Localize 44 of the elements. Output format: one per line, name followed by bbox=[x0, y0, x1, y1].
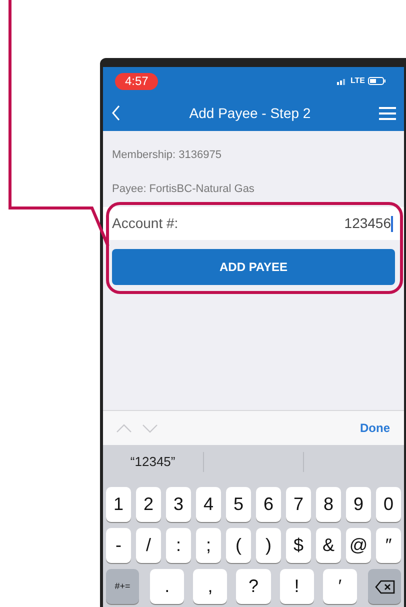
keyboard-key[interactable]: ! bbox=[280, 569, 314, 604]
keyboard-key[interactable]: 7 bbox=[286, 487, 311, 522]
keyboard-key[interactable]: #+= bbox=[106, 569, 139, 604]
signal-icon bbox=[337, 78, 348, 84]
keyboard-key[interactable]: 5 bbox=[226, 487, 251, 522]
done-button[interactable]: Done bbox=[360, 419, 390, 437]
keyboard-key[interactable]: . bbox=[150, 569, 184, 604]
field-label: Account #: bbox=[112, 214, 178, 233]
back-icon[interactable] bbox=[111, 104, 121, 122]
text-cursor bbox=[391, 216, 393, 232]
keyboard-key[interactable]: & bbox=[316, 528, 341, 563]
add-payee-button[interactable]: ADD PAYEE bbox=[112, 249, 395, 285]
keyboard-key[interactable]: ( bbox=[226, 528, 251, 563]
keyboard-key[interactable]: @ bbox=[346, 528, 371, 563]
keyboard-key[interactable]: : bbox=[166, 528, 191, 563]
keyboard-key[interactable]: ) bbox=[256, 528, 281, 563]
suggestion[interactable]: “12345” bbox=[130, 452, 176, 472]
network-label: LTE bbox=[350, 75, 365, 87]
keyboard-key[interactable]: 1 bbox=[106, 487, 131, 522]
keyboard-key[interactable]: ; bbox=[196, 528, 221, 563]
account-field[interactable]: Account #: 123456 bbox=[103, 207, 404, 240]
keyboard-key[interactable]: ? bbox=[236, 569, 271, 604]
status-time: 4:57 bbox=[115, 72, 158, 90]
keyboard-key[interactable]: 3 bbox=[166, 487, 191, 522]
keyboard-key[interactable]: 0 bbox=[376, 487, 401, 522]
keyboard-key[interactable]: 9 bbox=[346, 487, 371, 522]
screen-title: Add Payee - Step 2 bbox=[189, 104, 311, 123]
keyboard-key[interactable]: 6 bbox=[256, 487, 281, 522]
keyboard-key[interactable]: ′ bbox=[322, 569, 358, 604]
info-text: Membership: 3136975 bbox=[112, 148, 222, 163]
keyboard-key[interactable]: , bbox=[193, 569, 228, 604]
keyboard-key[interactable]: - bbox=[106, 528, 131, 563]
info-text: Payee: FortisBC-Natural Gas bbox=[112, 182, 256, 196]
field-value: 123456 bbox=[344, 214, 391, 233]
keyboard-key[interactable]: 4 bbox=[196, 487, 221, 522]
keyboard-key[interactable]: $ bbox=[286, 528, 311, 563]
backspace-key[interactable] bbox=[368, 569, 402, 604]
menu-icon[interactable] bbox=[378, 106, 396, 120]
backspace-icon bbox=[374, 580, 395, 594]
battery-icon bbox=[368, 77, 386, 85]
keyboard-key[interactable]: ″ bbox=[376, 528, 401, 563]
keyboard-key[interactable]: 8 bbox=[316, 487, 341, 522]
keyboard-key[interactable]: / bbox=[136, 528, 161, 563]
keyboard-key[interactable]: 2 bbox=[136, 487, 161, 522]
